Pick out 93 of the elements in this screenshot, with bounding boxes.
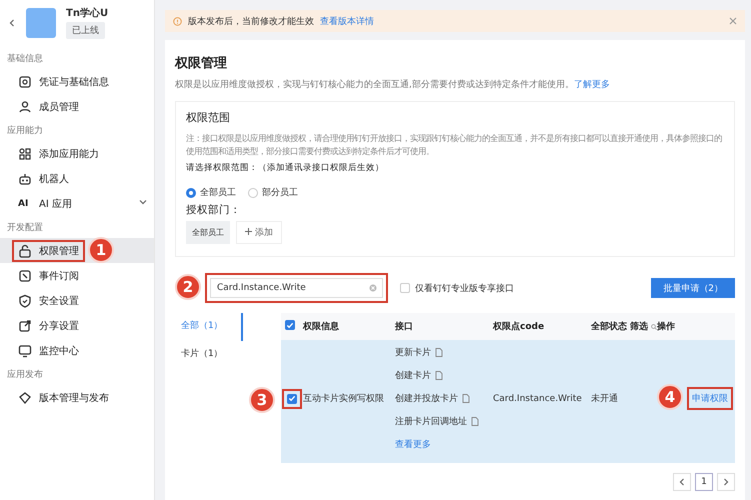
ai-label: AI	[18, 198, 30, 208]
app-logo	[26, 8, 56, 38]
select-all-checkbox[interactable]	[285, 320, 295, 330]
sidebar-item[interactable]: 版本管理与发布	[0, 385, 154, 410]
table-cell-text: 未开通	[591, 392, 619, 405]
step-number: 2	[175, 274, 201, 300]
table-row[interactable]: 互动卡片实例写权限 更新卡片 创建卡片 创建并投放卡片 注册卡片回调地址 查看更多 Card.Instance.Write 未开通 4 申请权限	[281, 340, 735, 463]
diamond-icon	[18, 390, 32, 404]
api-name: 创建并投放卡片	[395, 392, 458, 405]
person-icon	[18, 100, 32, 114]
shield-icon	[18, 294, 32, 308]
department-tag: 全部员工	[186, 221, 230, 244]
api-name: 创建卡片	[395, 370, 431, 382]
sidebar-item[interactable]: 安全设置	[0, 288, 154, 313]
page-button[interactable]: 1	[695, 473, 713, 491]
search-icon[interactable]	[651, 322, 657, 330]
sidebar-item[interactable]: 凭证与基础信息	[0, 69, 154, 94]
lock-icon	[18, 244, 32, 258]
close-icon[interactable]	[729, 17, 737, 25]
scope-note: 注：接口权限是以应用维度做授权，请合理使用钉钉开放接口，实现跟钉钉核心能力的全面互通，并不是所有接口都可以直接开通使用，具体参照接口的使用范围和适用类型，部分接口需要付费或达到特定条件后才可使用。	[186, 132, 723, 158]
learn-more-link[interactable]: 了解更多	[574, 80, 610, 90]
category-tab[interactable]: 卡片（1）	[175, 341, 243, 369]
item-label: 成员管理	[39, 100, 79, 114]
notice-text: 版本发布后，当前修改才能生效	[188, 16, 314, 28]
monitor-icon	[18, 344, 32, 358]
column-header: 操作	[657, 320, 676, 333]
item-label: 版本管理与发布	[39, 392, 109, 404]
step-number: 4	[657, 384, 683, 410]
item-label: 分享设置	[39, 320, 79, 332]
column-header: 全部状态	[591, 320, 627, 333]
sidebar-item[interactable]: 权限管理 1	[0, 238, 154, 263]
item-label: 监控中心	[39, 344, 79, 358]
section-heading: 基础信息	[6, 52, 44, 66]
item-label: AI 应用	[39, 198, 72, 210]
robot-icon	[18, 172, 32, 186]
document-icon	[462, 394, 470, 403]
section-heading: 开发配置	[6, 222, 44, 235]
radio-option[interactable]: 部分员工	[248, 186, 298, 199]
category-tab[interactable]: 全部（1）	[175, 313, 243, 341]
filter-checkbox[interactable]	[400, 283, 410, 293]
column-header: 权限信息	[303, 320, 340, 333]
document-icon	[471, 417, 479, 426]
sidebar-item[interactable]: 事件订阅	[0, 263, 154, 288]
filter-label: 仅看钉钉专业版专享接口	[415, 282, 514, 294]
api-name: 更新卡片	[395, 346, 431, 359]
version-details-link[interactable]: 查看版本详情	[320, 14, 374, 28]
step-number: 3	[249, 387, 275, 413]
info-icon	[173, 16, 182, 26]
scope-title: 权限范围	[186, 110, 231, 125]
chevron-right-icon	[722, 478, 730, 486]
sidebar-item[interactable]: 机器人	[0, 166, 154, 191]
column-header: 权限点code	[493, 320, 546, 333]
share-icon	[18, 318, 32, 332]
document-icon	[435, 348, 443, 357]
api-name: 注册卡片回调地址	[395, 416, 467, 428]
item-label: 安全设置	[39, 294, 79, 308]
section-heading: 应用能力	[6, 124, 44, 138]
next-page-button[interactable]	[717, 473, 735, 491]
certificate-icon	[18, 74, 32, 88]
item-label: 添加应用能力	[39, 148, 99, 160]
radio-option[interactable]: 全部员工	[186, 186, 236, 199]
search-field[interactable]: Card.Instance.Write	[210, 278, 383, 298]
sidebar-item[interactable]: AI AI 应用	[0, 191, 154, 216]
document-icon	[435, 371, 443, 380]
grid-icon	[18, 146, 32, 160]
table-cell-text: 互动卡片实例写权限	[303, 392, 385, 405]
scope-prompt: 请选择权限范围：（添加通讯录接口权限后生效）	[186, 162, 385, 174]
sidebar-item[interactable]: 分享设置	[0, 313, 154, 338]
step-number: 1	[88, 237, 114, 263]
column-header: 接口	[395, 320, 414, 333]
department-label: 授权部门：	[186, 203, 242, 217]
batch-apply-button[interactable]: 批量申请（2）	[651, 278, 735, 298]
previous-page-button[interactable]	[673, 473, 691, 491]
page-title: 权限管理	[175, 55, 228, 72]
chevron-left-icon	[678, 478, 686, 486]
item-label: 权限管理	[39, 244, 79, 258]
table-cell-text: Card.Instance.Write	[493, 394, 583, 404]
status-tag: 已上线	[66, 22, 105, 39]
app-name: Tn学心U	[66, 6, 108, 20]
row-checkbox[interactable]	[287, 394, 297, 404]
filter-link[interactable]: 筛选	[630, 320, 648, 333]
sidebar-item[interactable]: 成员管理	[0, 94, 154, 119]
section-heading: 应用发布	[6, 368, 44, 382]
plus-icon	[245, 228, 252, 235]
sidebar-item[interactable]: 监控中心	[0, 338, 154, 363]
item-label: 凭证与基础信息	[39, 76, 109, 88]
chevron-icon[interactable]	[139, 198, 147, 206]
back-icon[interactable]	[8, 18, 16, 26]
sidebar-item[interactable]: 添加应用能力	[0, 141, 154, 166]
add-button[interactable]: 添加	[236, 221, 282, 244]
item-label: 机器人	[39, 172, 69, 186]
page-description: 权限是以应用维度做授权，实现与钉钉核心能力的全面互通,部分需要付费或达到特定条件才能使用。了解更多	[175, 78, 611, 91]
item-label: 事件订阅	[39, 270, 79, 282]
